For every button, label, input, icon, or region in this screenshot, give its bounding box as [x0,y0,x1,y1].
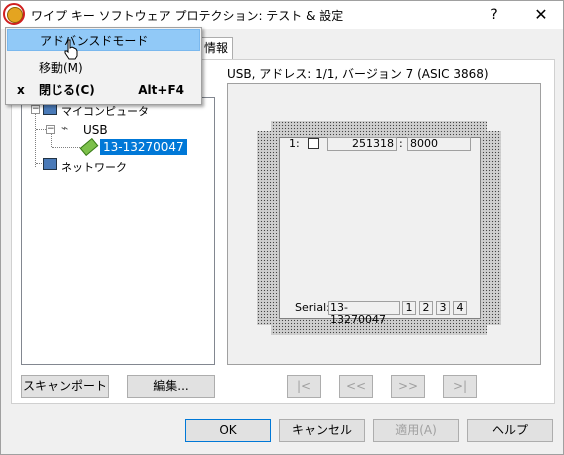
port-1: 1 [402,301,416,315]
port-3: 3 [436,301,450,315]
slot-value-field[interactable]: 251318 [327,137,397,151]
scan-port-button[interactable]: スキャンポート [21,375,109,398]
tree-line [52,147,80,148]
port-4: 4 [453,301,467,315]
slot-value2-field[interactable]: 8000 [407,137,471,151]
slot-index: 1: [289,137,300,150]
prev-page-button[interactable]: << [339,375,373,398]
first-page-button[interactable]: |< [287,375,321,398]
tree-expander-root[interactable]: − [31,105,40,114]
ok-button[interactable]: OK [185,419,271,442]
close-window-button[interactable]: ✕ [521,3,561,27]
edit-button[interactable]: 編集... [127,375,215,398]
menu-item-label: アドバンスドモード [40,34,149,48]
tab-info[interactable]: 情報 [199,37,233,59]
tree-item-device[interactable]: 13-13270047 [100,139,187,155]
next-page-button[interactable]: >> [391,375,425,398]
close-mark-icon: x [17,83,25,97]
frame-corner [487,325,501,335]
serial-label: Serial: [295,301,330,314]
usb-icon: ⌁ [61,121,69,135]
menu-item-accelerator: Alt+F4 [138,83,184,97]
tree-item-network[interactable]: ネットワーク [61,159,127,175]
device-info-header: USB, アドレス: 1/1, バージョン 7 (ASIC 3868) [227,67,489,81]
network-icon [43,158,57,170]
slot-checkbox[interactable] [308,138,319,149]
window-title: ワイプ キー ソフトウェア プロテクション: テスト & 設定 [31,9,344,23]
hand-cursor-icon [64,39,78,60]
frame-corner [257,325,271,335]
last-page-button[interactable]: >| [443,375,477,398]
slot-separator: : [399,137,403,150]
menu-item-close[interactable]: x 閉じる(C) Alt+F4 [7,79,200,101]
tree-expander-usb[interactable]: − [46,125,55,134]
port-2: 2 [419,301,433,315]
menu-item-move[interactable]: 移動(M) [7,57,200,79]
title-bar[interactable]: ワイプ キー ソフトウェア プロテクション: テスト & 設定 ? ✕ [1,1,563,29]
apply-button[interactable]: 適用(A) [373,419,459,442]
menu-item-label: 閉じる(C) [39,83,95,97]
memory-slot-area [279,137,481,319]
tree-line [36,129,46,130]
highlight-circle [3,3,25,25]
frame-corner [487,121,501,131]
dialog-window: ワイプ キー ソフトウェア プロテクション: テスト & 設定 ? ✕ 情報 −… [0,0,564,455]
menu-item-advanced-mode[interactable]: アドバンスドモード [7,29,200,51]
system-context-menu: アドバンスドモード 移動(M) x 閉じる(C) Alt+F4 [5,27,202,105]
help-title-button[interactable]: ? [479,5,509,25]
cancel-button[interactable]: キャンセル [279,419,365,442]
serial-field: 13-13270047 [328,301,400,326]
tree-item-usb[interactable]: USB [83,123,108,137]
frame-corner [257,121,271,131]
tree-line [35,107,36,167]
tree-item-my-computer[interactable]: マイコンピュータ [61,103,149,119]
help-button[interactable]: ヘルプ [467,419,553,442]
